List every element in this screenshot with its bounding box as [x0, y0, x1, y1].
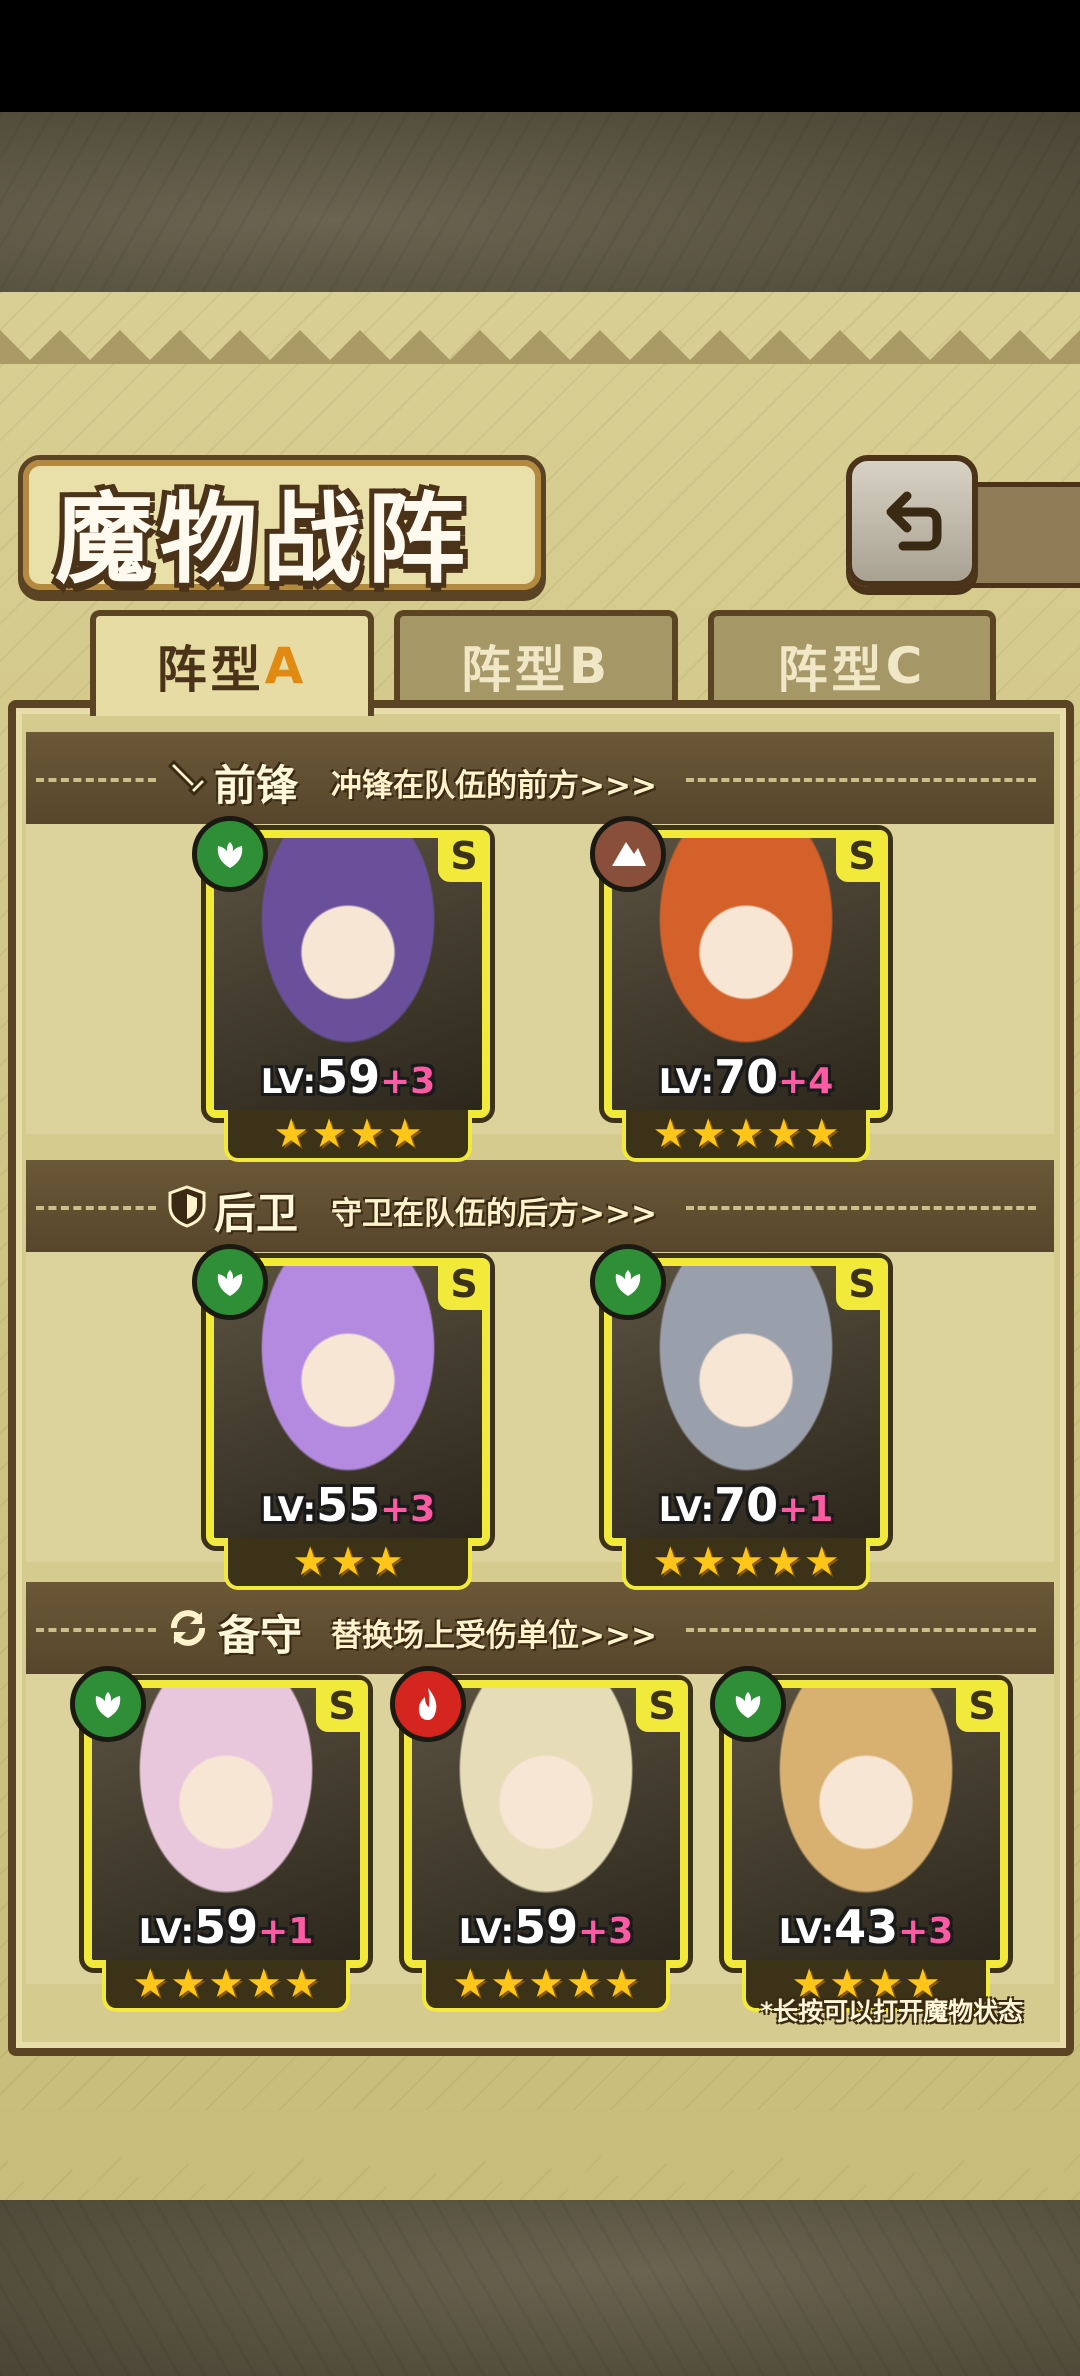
star-rating: ★ ★ ★ ★ ★ [622, 1538, 870, 1590]
zigzag-border-top [0, 330, 1080, 364]
leaf-element-icon [710, 1666, 786, 1742]
tab-label: 阵型 [156, 641, 265, 699]
tab-label: 阵型 [777, 641, 886, 699]
unit-card-reserve-3[interactable]: S LV:43+3 ★ ★ ★ ★ [710, 1666, 1008, 2012]
back-button[interactable] [846, 455, 978, 587]
star-icon: ★ [311, 1111, 347, 1157]
star-icon: ★ [728, 1539, 764, 1585]
map-background-bottom [0, 2200, 1080, 2376]
star-rating: ★ ★ ★ [224, 1538, 472, 1590]
leaf-element-icon [70, 1666, 146, 1742]
rank-badge: S [836, 830, 888, 882]
star-icon: ★ [245, 1961, 282, 2007]
unit-level: LV:70+4 [658, 1050, 834, 1104]
star-icon: ★ [690, 1539, 727, 1585]
section-desc: 守卫在队伍的后方>>> [331, 1196, 657, 1232]
star-icon: ★ [330, 1539, 366, 1585]
star-icon: ★ [803, 1111, 840, 1157]
rank-badge: S [836, 1258, 888, 1310]
unit-level: LV:55+3 [260, 1478, 436, 1532]
section-title: 备守 [218, 1611, 303, 1660]
section-header-back: 后卫 守卫在队伍的后方>>> [26, 1160, 1054, 1252]
shield-icon [168, 1185, 206, 1228]
star-icon: ★ [652, 1539, 689, 1585]
unit-card-reserve-1[interactable]: S LV:59+1 ★ ★ ★ ★ ★ [70, 1666, 368, 2012]
long-press-hint: *长按可以打开魔物状态 [760, 1997, 1024, 2026]
unit-card-back-2[interactable]: S LV:70+1 ★ ★ ★ ★ ★ [590, 1244, 888, 1590]
star-rating: ★ ★ ★ ★ [224, 1110, 472, 1162]
divider [36, 778, 156, 786]
rank-badge: S [956, 1680, 1008, 1732]
section-header-reserve: 备守 替换场上受伤单位>>> [26, 1582, 1054, 1674]
status-bar [0, 0, 1080, 112]
section-title: 后卫 [214, 1189, 299, 1238]
star-icon: ★ [652, 1111, 689, 1157]
star-icon: ★ [132, 1961, 169, 2007]
return-arrow-icon [886, 491, 942, 551]
page-title: 魔物战阵 [55, 482, 472, 597]
front-row [26, 824, 1054, 1134]
star-icon: ★ [490, 1961, 527, 2007]
star-icon: ★ [208, 1961, 244, 2007]
star-icon: ★ [367, 1539, 404, 1585]
star-rating: ★ ★ ★ ★ ★ [102, 1960, 350, 2012]
unit-card-reserve-2[interactable]: S LV:59+3 ★ ★ ★ ★ ★ [390, 1666, 688, 2012]
star-icon: ★ [528, 1961, 564, 2007]
earth-element-icon [590, 816, 666, 892]
star-icon: ★ [452, 1961, 489, 2007]
map-background-top [0, 112, 1080, 292]
leaf-element-icon [590, 1244, 666, 1320]
star-icon: ★ [690, 1111, 727, 1157]
tab-letter: C [885, 637, 927, 695]
section-desc: 冲锋在队伍的前方>>> [331, 768, 657, 804]
zigzag-border-bottom [0, 2110, 1080, 2190]
star-icon: ★ [349, 1111, 385, 1157]
star-icon: ★ [273, 1111, 310, 1157]
star-icon: ★ [170, 1961, 207, 2007]
star-icon: ★ [765, 1539, 802, 1585]
star-icon: ★ [386, 1111, 423, 1157]
star-rating: ★ ★ ★ ★ ★ [622, 1110, 870, 1162]
unit-level: LV:43+3 [778, 1900, 954, 1954]
unit-card-front-1[interactable]: S LV:59+3 ★ ★ ★ ★ [192, 816, 490, 1162]
leaf-element-icon [192, 816, 268, 892]
tab-letter: B [568, 637, 612, 695]
star-icon: ★ [292, 1539, 329, 1585]
tab-label: 阵型 [460, 641, 569, 699]
star-icon: ★ [765, 1111, 802, 1157]
rank-badge: S [636, 1680, 688, 1732]
back-row [26, 1252, 1054, 1562]
unit-level: LV:59+1 [138, 1900, 314, 1954]
fire-element-icon [390, 1666, 466, 1742]
star-rating: ★ ★ ★ ★ ★ [422, 1960, 670, 2012]
star-icon: ★ [728, 1111, 764, 1157]
divider [686, 1628, 1036, 1636]
rank-badge: S [438, 1258, 490, 1310]
unit-card-back-1[interactable]: S LV:55+3 ★ ★ ★ [192, 1244, 490, 1590]
divider [36, 1206, 156, 1214]
rank-badge: S [438, 830, 490, 882]
leaf-element-icon [192, 1244, 268, 1320]
unit-level: LV:59+3 [458, 1900, 634, 1954]
star-icon: ★ [565, 1961, 602, 2007]
unit-level: LV:59+3 [260, 1050, 436, 1104]
section-title: 前锋 [214, 761, 299, 810]
star-icon: ★ [283, 1961, 320, 2007]
rank-badge: S [316, 1680, 368, 1732]
tab-formation-a[interactable]: 阵型 A [90, 610, 374, 716]
divider [686, 778, 1036, 786]
unit-level: LV:70+1 [658, 1478, 834, 1532]
section-desc: 替换场上受伤单位>>> [331, 1618, 657, 1654]
tab-letter: A [264, 637, 308, 695]
divider [36, 1628, 156, 1636]
sword-icon [168, 759, 208, 797]
star-icon: ★ [603, 1961, 640, 2007]
divider [686, 1206, 1036, 1214]
swap-icon [171, 1610, 205, 1646]
section-header-front: 前锋 冲锋在队伍的前方>>> [26, 732, 1054, 824]
unit-card-front-2[interactable]: S LV:70+4 ★ ★ ★ ★ ★ [590, 816, 888, 1162]
star-icon: ★ [803, 1539, 840, 1585]
